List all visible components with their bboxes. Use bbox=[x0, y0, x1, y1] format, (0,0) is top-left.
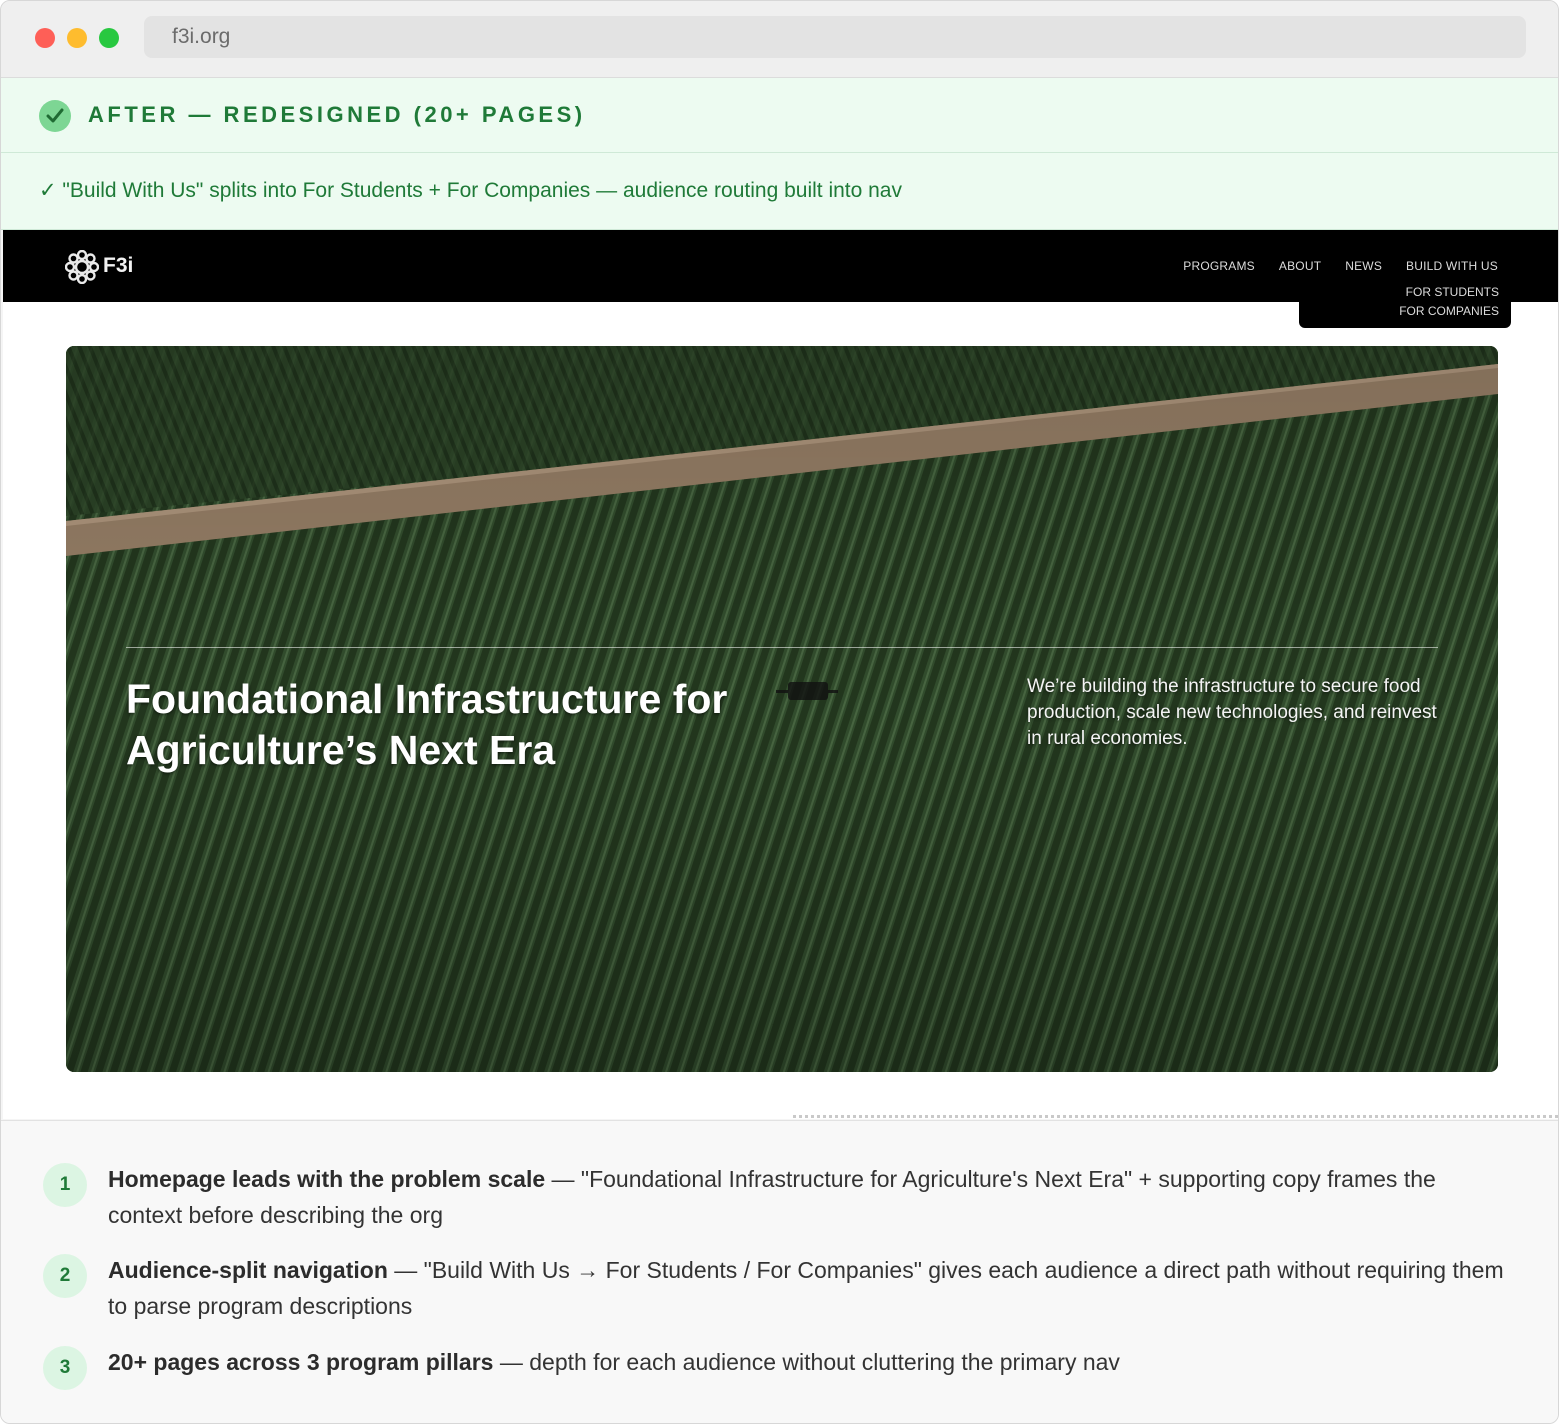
note-heading: 20+ pages across 3 program pillars bbox=[108, 1349, 494, 1375]
nav-news[interactable]: NEWS bbox=[1345, 259, 1382, 273]
build-with-us-dropdown: FOR STUDENTS FOR COMPANIES bbox=[1299, 282, 1511, 328]
dotted-divider bbox=[793, 1115, 1558, 1118]
site-nav-links: PROGRAMS ABOUT NEWS BUILD WITH US bbox=[1183, 259, 1498, 273]
hero-divider bbox=[126, 647, 1438, 648]
note-body: — depth for each audience without clutte… bbox=[493, 1349, 1120, 1375]
browser-window: f3i.org AFTER — REDESIGNED (20+ PAGES) ✓… bbox=[0, 0, 1559, 1424]
note-heading: Audience-split navigation bbox=[108, 1257, 388, 1283]
hero-title: Foundational Infrastructure for Agricult… bbox=[126, 676, 728, 773]
note-heading: Homepage leads with the problem scale bbox=[108, 1166, 546, 1192]
note-text: Audience-split navigation — "Build With … bbox=[108, 1252, 1508, 1324]
status-banner: AFTER — REDESIGNED (20+ PAGES) ✓ "Build … bbox=[1, 78, 1558, 230]
banner-note: ✓ "Build With Us" splits into For Studen… bbox=[39, 179, 902, 202]
note-number-badge: 1 bbox=[43, 1163, 87, 1207]
annotation-notes: 1 Homepage leads with the problem scale … bbox=[1, 1120, 1558, 1423]
logo-text: F3i bbox=[103, 254, 134, 277]
banner-title: AFTER — REDESIGNED (20+ PAGES) bbox=[88, 102, 586, 127]
note-number-badge: 3 bbox=[43, 1346, 87, 1390]
minimize-window-button[interactable] bbox=[67, 28, 87, 48]
nav-about[interactable]: ABOUT bbox=[1279, 259, 1321, 273]
address-bar-url: f3i.org bbox=[172, 25, 231, 48]
check-circle-icon bbox=[39, 100, 71, 132]
hero-section: Foundational Infrastructure for Agricult… bbox=[66, 346, 1498, 1072]
gear-logo-icon bbox=[65, 250, 99, 284]
hero-subtitle: We’re building the infrastructure to sec… bbox=[1027, 676, 1437, 749]
browser-chrome: f3i.org bbox=[1, 1, 1558, 78]
address-bar[interactable]: f3i.org bbox=[144, 16, 1526, 58]
dropdown-for-companies[interactable]: FOR COMPANIES bbox=[1399, 304, 1499, 318]
website-preview: F3i PROGRAMS ABOUT NEWS BUILD WITH US FO… bbox=[3, 230, 1558, 1119]
note-text: Homepage leads with the problem scale — … bbox=[108, 1161, 1508, 1233]
dropdown-for-students[interactable]: FOR STUDENTS bbox=[1406, 285, 1499, 299]
maximize-window-button[interactable] bbox=[99, 28, 119, 48]
note-text: 20+ pages across 3 program pillars — dep… bbox=[108, 1344, 1508, 1380]
nav-programs[interactable]: PROGRAMS bbox=[1183, 259, 1255, 273]
banner-header: AFTER — REDESIGNED (20+ PAGES) bbox=[1, 78, 1558, 153]
nav-build-with-us[interactable]: BUILD WITH US bbox=[1406, 259, 1498, 273]
close-window-button[interactable] bbox=[35, 28, 55, 48]
note-number-badge: 2 bbox=[43, 1254, 87, 1298]
